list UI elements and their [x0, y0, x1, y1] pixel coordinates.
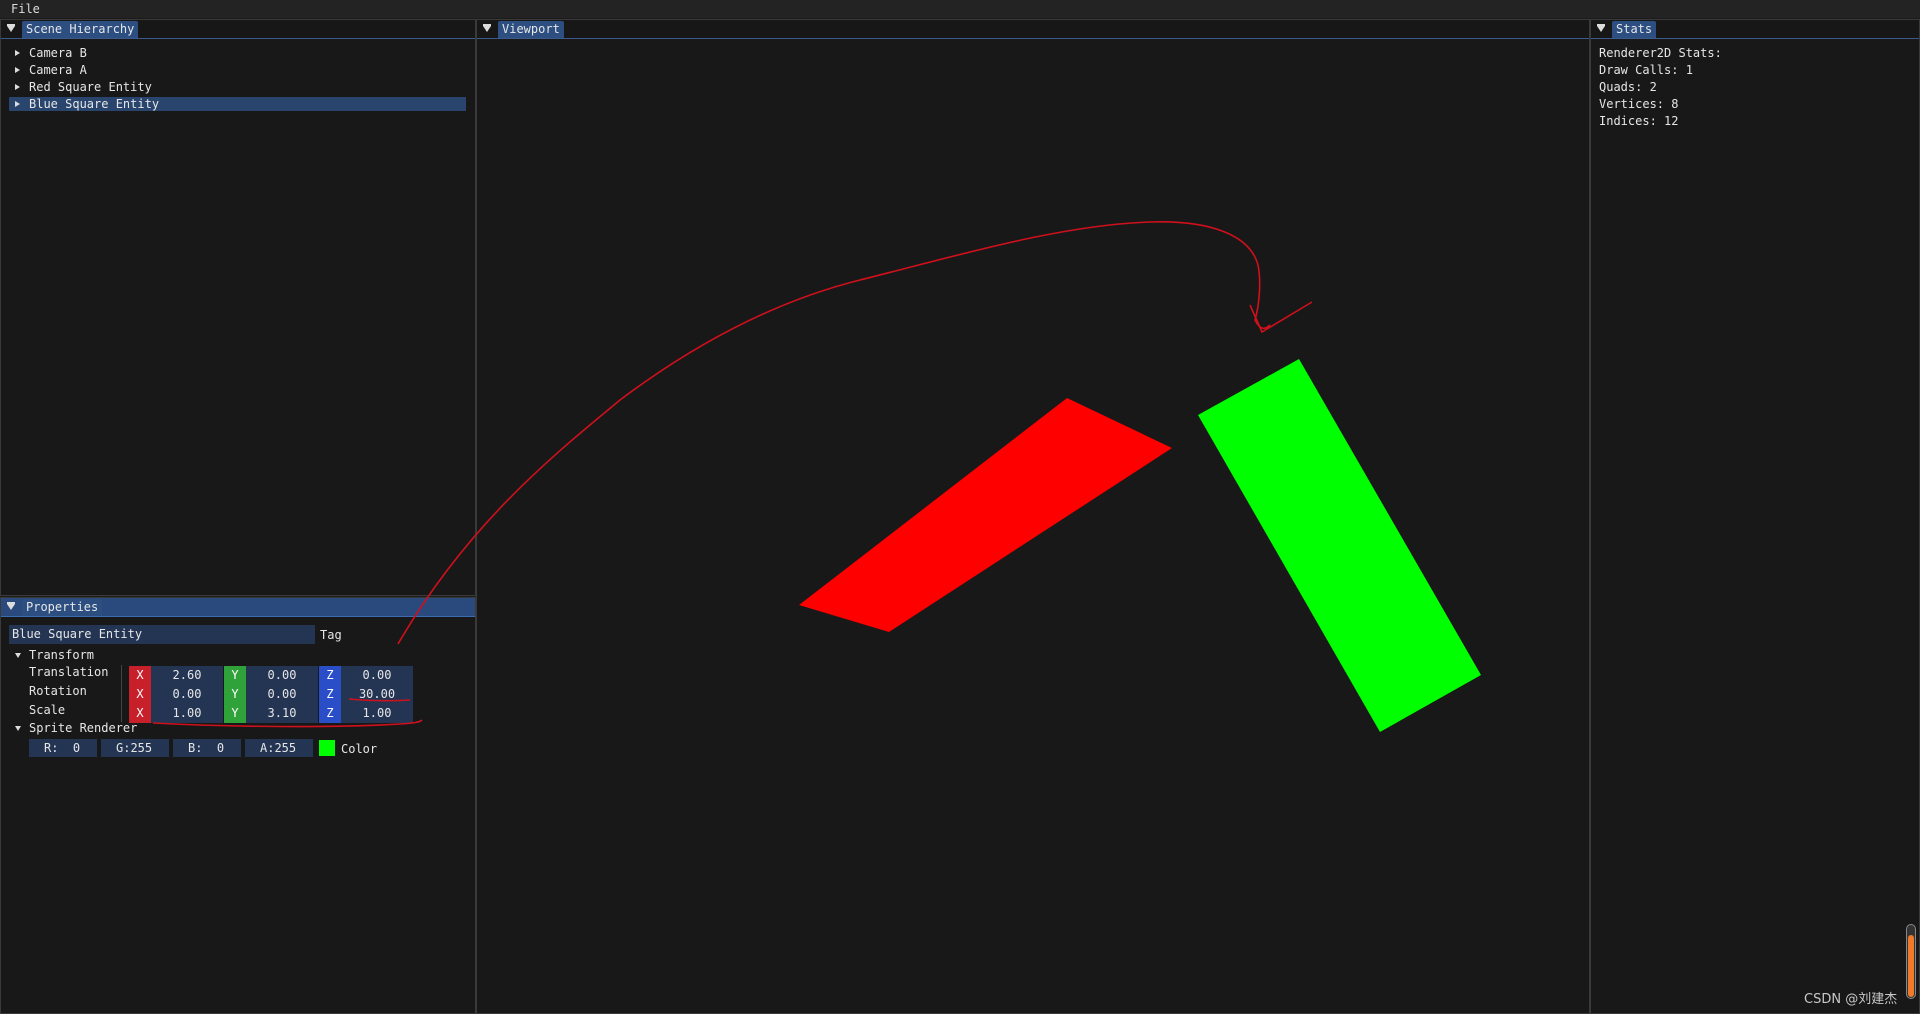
collapse-arrow-icon[interactable] — [1597, 24, 1605, 32]
transform-column-divider — [121, 665, 122, 722]
stats-indices: Indices: 12 — [1599, 114, 1679, 128]
rotation-x-field[interactable]: 0.00 — [151, 685, 223, 704]
color-r-field[interactable]: R: 0 — [29, 739, 97, 757]
expand-arrow-icon[interactable] — [15, 84, 20, 90]
scene-hierarchy-header: Scene Hierarchy — [1, 20, 475, 39]
collapse-arrow-icon[interactable] — [483, 24, 491, 32]
color-swatch[interactable] — [319, 740, 335, 756]
tag-input[interactable]: Blue Square Entity — [9, 625, 315, 644]
collapse-arrow-icon[interactable] — [15, 653, 21, 658]
tab-properties[interactable]: Properties — [22, 599, 103, 616]
rotation-z-axis[interactable]: Z — [319, 685, 341, 704]
rotation-label: Rotation — [29, 684, 87, 698]
properties-header: Properties — [1, 598, 475, 617]
scrollbar-thumb[interactable] — [1908, 935, 1914, 997]
scale-x-field[interactable]: 1.00 — [151, 704, 223, 723]
tab-viewport[interactable]: Viewport — [498, 21, 564, 38]
expand-arrow-icon[interactable] — [15, 50, 20, 56]
scale-z-axis[interactable]: Z — [319, 704, 341, 723]
collapse-arrow-icon[interactable] — [7, 602, 15, 610]
color-label: Color — [341, 742, 378, 756]
scale-y-field[interactable]: 3.10 — [246, 704, 318, 723]
viewport-header: Viewport — [477, 20, 1589, 39]
rotation-y-axis[interactable]: Y — [224, 685, 246, 704]
translation-y-field[interactable]: 0.00 — [246, 666, 318, 685]
collapse-arrow-icon[interactable] — [15, 726, 21, 731]
stats-quads: Quads: 2 — [1599, 80, 1657, 94]
expand-arrow-icon[interactable] — [15, 67, 20, 73]
stats-vertices: Vertices: 8 — [1599, 97, 1679, 111]
menu-file[interactable]: File — [11, 2, 40, 16]
stats-draw-calls: Draw Calls: 1 — [1599, 63, 1693, 77]
translation-label: Translation — [29, 665, 109, 679]
translation-x-axis[interactable]: X — [129, 666, 151, 685]
green-square-entity — [1198, 359, 1481, 732]
menu-bar: File — [0, 0, 1920, 18]
stats-header: Stats — [1591, 20, 1919, 39]
red-square-entity — [799, 398, 1172, 632]
translation-z-field[interactable]: 0.00 — [341, 666, 413, 685]
translation-y-axis[interactable]: Y — [224, 666, 246, 685]
watermark: CSDN @刘建杰 — [1804, 992, 1898, 1007]
hierarchy-item-blue-square[interactable]: Blue Square Entity — [9, 97, 466, 111]
rotation-z-field[interactable]: 30.00 — [341, 685, 413, 704]
rotation-x-axis[interactable]: X — [129, 685, 151, 704]
collapse-arrow-icon[interactable] — [7, 24, 15, 32]
translation-x-field[interactable]: 2.60 — [151, 666, 223, 685]
translation-z-axis[interactable]: Z — [319, 666, 341, 685]
tab-scene-hierarchy[interactable]: Scene Hierarchy — [22, 21, 139, 38]
viewport-panel[interactable]: Viewport — [476, 19, 1590, 1014]
scale-y-axis[interactable]: Y — [224, 704, 246, 723]
scale-z-field[interactable]: 1.00 — [341, 704, 413, 723]
stats-heading: Renderer2D Stats: — [1599, 46, 1722, 60]
scrollbar[interactable] — [1906, 924, 1916, 999]
viewport-scene — [799, 359, 1481, 732]
tag-label: Tag — [320, 628, 342, 642]
color-g-field[interactable]: G:255 — [101, 739, 169, 757]
expand-arrow-icon[interactable] — [15, 101, 20, 107]
color-a-field[interactable]: A:255 — [245, 739, 313, 757]
scale-label: Scale — [29, 703, 66, 717]
stats-panel: Stats — [1590, 19, 1920, 1014]
tab-stats[interactable]: Stats — [1612, 21, 1657, 38]
rotation-y-field[interactable]: 0.00 — [246, 685, 318, 704]
color-b-field[interactable]: B: 0 — [173, 739, 241, 757]
